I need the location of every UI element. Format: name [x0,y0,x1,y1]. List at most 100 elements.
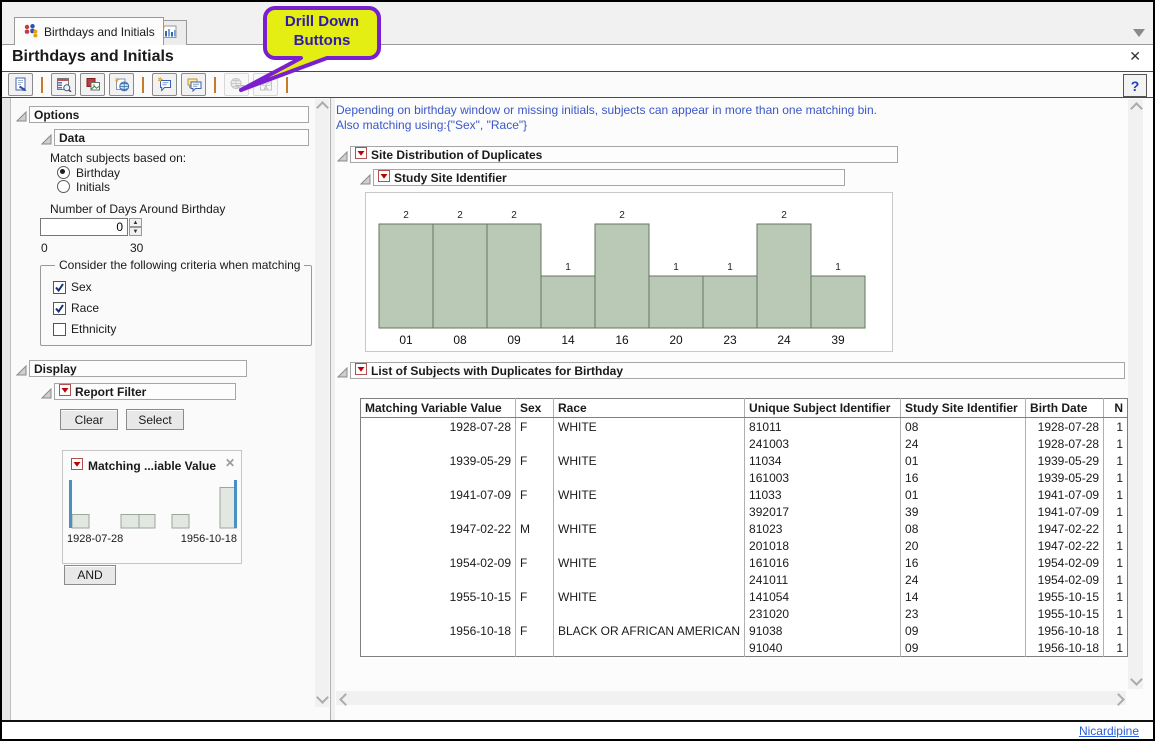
collapse-triangle-icon[interactable] [360,172,371,183]
drill-down-report-icon[interactable]: A [253,73,278,96]
table-row[interactable]: 1956-10-18FBLACK OR AFRICAN AMERICAN9103… [361,622,1128,639]
checkbox-sex[interactable]: Sex [53,280,311,293]
outline-study-site-identifier[interactable]: Study Site Identifier [373,169,845,186]
save-image-icon[interactable] [80,73,105,96]
study-link[interactable]: Nicardipine [1079,724,1139,738]
table-cell: F [516,486,554,503]
select-button[interactable]: Select [126,409,184,430]
red-triangle-menu-icon[interactable] [355,147,367,162]
table-cell: 24 [901,435,1026,452]
collapse-triangle-icon[interactable] [41,386,52,397]
filter-min-label: 1928-07-28 [67,533,123,545]
table-row[interactable]: 1928-07-28FWHITE81011081928-07-281 [361,418,1128,436]
right-panel-vscrollbar[interactable] [1128,99,1143,689]
outline-display[interactable]: Display [29,360,247,377]
page-title: Birthdays and Initials [12,48,174,66]
checkbox-icon[interactable] [53,281,65,293]
and-button[interactable]: AND [64,565,116,585]
table-cell: 16 [901,554,1026,571]
col-header-race[interactable]: Race [554,399,745,418]
red-triangle-menu-icon[interactable] [59,384,71,399]
checkbox-race[interactable]: Race [53,301,311,314]
duplicates-table[interactable]: Matching Variable ValueSexRaceUnique Sub… [360,398,1128,657]
workspace-menu-arrow-icon[interactable] [1133,29,1145,37]
col-header-sex[interactable]: Sex [516,399,554,418]
close-icon[interactable]: ✕ [1129,48,1141,65]
table-cell: F [516,588,554,605]
outline-list-of-subjects[interactable]: List of Subjects with Duplicates for Bir… [350,362,1125,379]
table-cell [554,571,745,588]
scroll-left-icon[interactable] [339,693,352,706]
col-header-birth-date[interactable]: Birth Date [1026,399,1104,418]
table-row[interactable]: 231020231955-10-151 [361,605,1128,622]
checkbox-ethnicity[interactable]: Ethnicity [53,322,311,335]
clear-button[interactable]: Clear [60,409,118,430]
tab-birthdays-and-initials[interactable]: Birthdays and Initials [14,17,164,45]
show-notes-icon[interactable] [181,73,206,96]
table-cell: 141054 [745,588,901,605]
red-triangle-menu-icon[interactable] [378,170,390,185]
filter-histogram[interactable] [67,477,237,531]
checkbox-icon[interactable] [53,323,65,335]
help-button[interactable]: ? [1123,74,1147,97]
scroll-up-icon[interactable] [316,101,329,114]
outline-site-distribution[interactable]: Site Distribution of Duplicates [350,146,898,163]
table-row[interactable]: 392017391941-07-091 [361,503,1128,520]
collapse-triangle-icon[interactable] [337,149,348,160]
radio-label: Birthday [76,166,120,180]
new-window-icon[interactable] [8,73,33,96]
col-header-n[interactable]: N [1104,399,1128,418]
scroll-right-icon[interactable] [1112,693,1125,706]
add-note-icon[interactable] [152,73,177,96]
col-header-matching-variable-value[interactable]: Matching Variable Value [361,399,516,418]
days-input[interactable] [40,218,128,236]
radio-initials[interactable]: Initials [57,180,120,193]
radio-icon[interactable] [57,166,70,179]
scroll-up-icon[interactable] [1130,102,1143,115]
collapse-triangle-icon[interactable] [16,363,27,374]
scroll-down-icon[interactable] [1130,673,1143,686]
table-row[interactable]: 201018201947-02-221 [361,537,1128,554]
remove-filter-icon[interactable]: ✕ [225,456,235,470]
radio-birthday[interactable]: Birthday [57,166,120,179]
collapse-triangle-icon[interactable] [337,365,348,376]
table-row[interactable]: 241011241954-02-091 [361,571,1128,588]
red-triangle-menu-icon[interactable] [71,458,83,473]
table-row[interactable]: 241003241928-07-281 [361,435,1128,452]
table-cell: 161016 [745,554,901,571]
svg-text:2: 2 [619,210,625,221]
drill-down-filter-icon[interactable] [224,73,249,96]
col-header-study-site-identifier[interactable]: Study Site Identifier [901,399,1026,418]
table-row[interactable]: 1955-10-15FWHITE141054141955-10-151 [361,588,1128,605]
table-cell: 14 [901,588,1026,605]
col-header-unique-subject-identifier[interactable]: Unique Subject Identifier [745,399,901,418]
table-row[interactable]: 1947-02-22MWHITE81023081947-02-221 [361,520,1128,537]
right-panel-hscrollbar[interactable] [336,691,1126,705]
table-cell: 161003 [745,469,901,486]
table-row[interactable]: 91040091956-10-181 [361,639,1128,657]
collapse-triangle-icon[interactable] [16,109,27,120]
scroll-down-icon[interactable] [316,691,329,704]
spinner-down-icon[interactable]: ▼ [129,227,142,236]
outline-report-filter[interactable]: Report Filter [54,383,236,400]
publish-icon[interactable] [109,73,134,96]
table-row[interactable]: 161003161939-05-291 [361,469,1128,486]
table-row[interactable]: 1941-07-09FWHITE11033011941-07-091 [361,486,1128,503]
days-spinner: ▲ ▼ [40,218,142,236]
table-cell: 09 [901,639,1026,657]
spinner-up-icon[interactable]: ▲ [129,218,142,227]
table-cell: WHITE [554,486,745,503]
red-triangle-menu-icon[interactable] [355,363,367,378]
svg-text:1: 1 [727,262,733,273]
report-view-icon[interactable] [51,73,76,96]
left-panel-scrollbar[interactable] [315,99,329,707]
outline-data[interactable]: Data [54,129,309,146]
radio-icon[interactable] [57,180,70,193]
outline-options[interactable]: Options [29,106,309,123]
collapse-triangle-icon[interactable] [41,132,52,143]
table-cell: 392017 [745,503,901,520]
checkbox-icon[interactable] [53,302,65,314]
table-row[interactable]: 1939-05-29FWHITE11034011939-05-291 [361,452,1128,469]
table-row[interactable]: 1954-02-09FWHITE161016161954-02-091 [361,554,1128,571]
site-histogram[interactable]: 201208209114216120123224139 [366,193,890,349]
